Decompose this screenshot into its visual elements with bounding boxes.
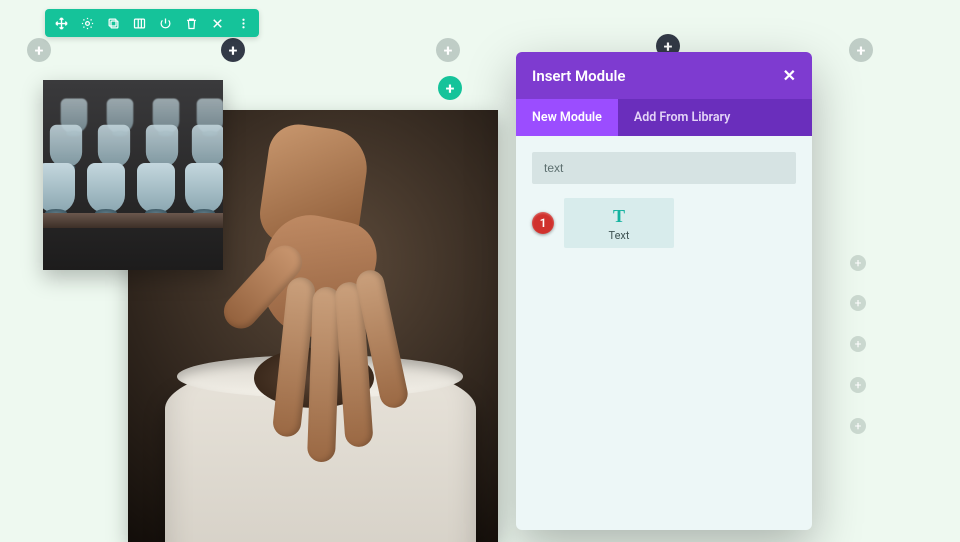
plus-icon: +: [855, 419, 862, 433]
insert-dot-1[interactable]: +: [850, 255, 866, 271]
plus-icon: +: [444, 41, 453, 60]
modal-tabs: New Module Add From Library: [516, 99, 812, 136]
add-section-button-2[interactable]: +: [436, 38, 460, 62]
plus-icon: +: [855, 378, 862, 392]
modal-header: Insert Module ✕: [516, 52, 812, 99]
content-image-mugs: [43, 80, 223, 270]
modal-title: Insert Module: [532, 67, 625, 85]
plus-icon: +: [855, 256, 862, 270]
trash-icon[interactable]: [183, 15, 199, 31]
tab-add-from-library[interactable]: Add From Library: [618, 99, 746, 136]
add-section-button[interactable]: +: [27, 38, 51, 62]
power-icon[interactable]: [157, 15, 173, 31]
section-toolbar: [45, 9, 259, 37]
insert-dot-3[interactable]: +: [850, 336, 866, 352]
plus-icon: +: [855, 296, 862, 310]
insert-dot-4[interactable]: +: [850, 377, 866, 393]
plus-icon: +: [446, 79, 455, 98]
add-row-button[interactable]: +: [221, 38, 245, 62]
gear-icon[interactable]: [79, 15, 95, 31]
plus-icon: +: [857, 41, 866, 60]
more-icon[interactable]: [235, 15, 251, 31]
move-icon[interactable]: [53, 15, 69, 31]
add-section-button-3[interactable]: +: [849, 38, 873, 62]
add-module-button[interactable]: +: [438, 76, 462, 100]
plus-icon: +: [35, 41, 44, 60]
tab-new-module[interactable]: New Module: [516, 99, 618, 136]
plus-icon: +: [855, 337, 862, 351]
module-search-input[interactable]: [532, 152, 796, 184]
plus-icon: +: [229, 41, 238, 60]
module-option-text[interactable]: T Text: [564, 198, 674, 248]
step-badge: 1: [532, 212, 554, 234]
columns-icon[interactable]: [131, 15, 147, 31]
insert-dot-5[interactable]: +: [850, 418, 866, 434]
insert-module-modal: Insert Module ✕ New Module Add From Libr…: [516, 52, 812, 530]
close-icon[interactable]: [209, 15, 225, 31]
insert-dot-2[interactable]: +: [850, 295, 866, 311]
text-module-icon: T: [564, 206, 674, 227]
duplicate-icon[interactable]: [105, 15, 121, 31]
modal-close-button[interactable]: ✕: [783, 66, 796, 85]
module-label: Text: [564, 229, 674, 242]
